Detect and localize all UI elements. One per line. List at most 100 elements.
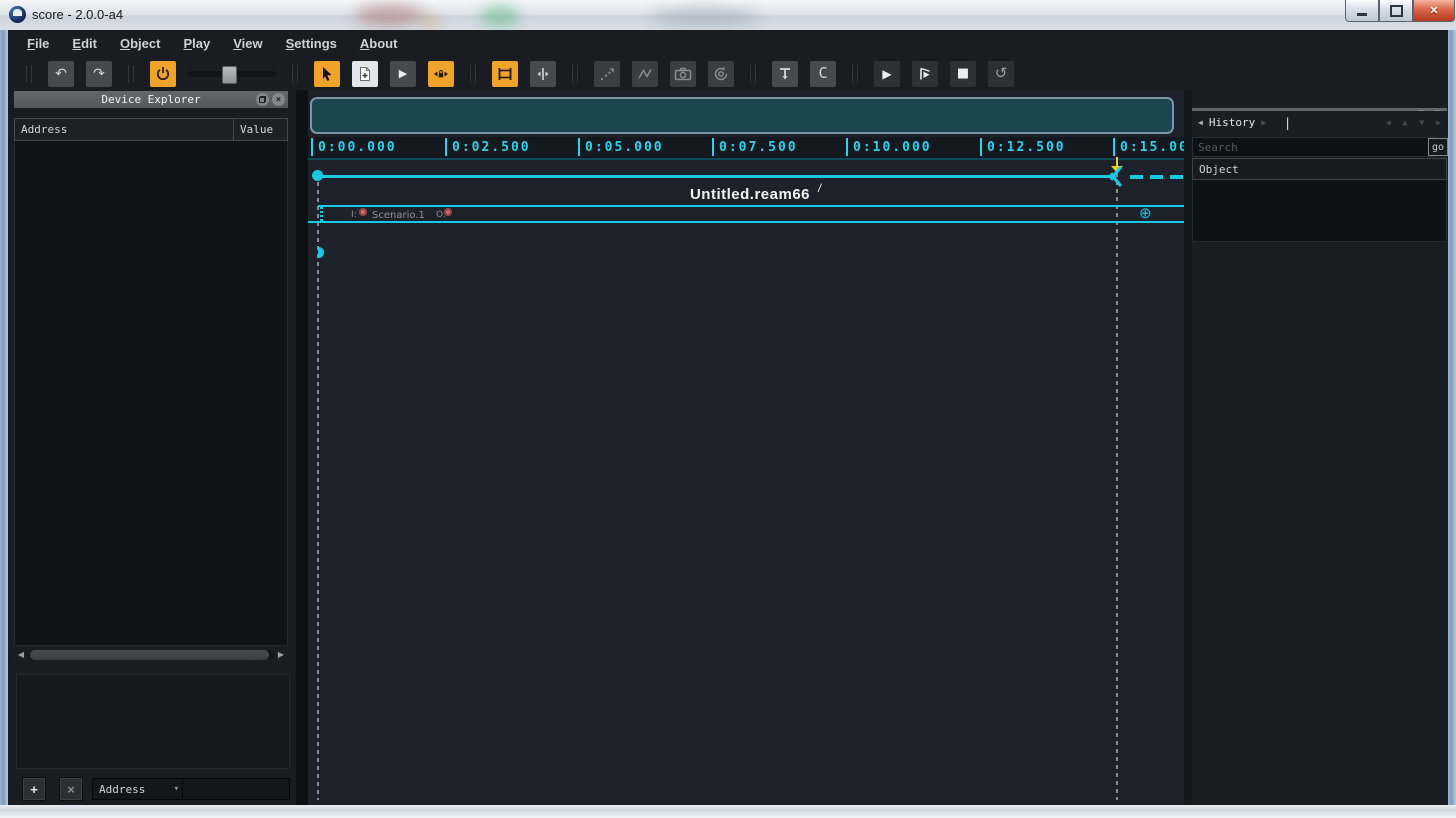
nav-right-icon[interactable]: ▶ bbox=[1430, 118, 1447, 127]
time-marker[interactable] bbox=[1116, 157, 1118, 166]
lock-tool-button[interactable] bbox=[428, 60, 454, 87]
menu-object[interactable]: Object bbox=[111, 33, 169, 54]
device-explorer-tree[interactable] bbox=[14, 141, 288, 646]
scrollbar-thumb[interactable] bbox=[30, 650, 269, 660]
object-list[interactable] bbox=[1192, 180, 1447, 242]
scenario-handle-icon[interactable] bbox=[320, 207, 323, 221]
document-title[interactable]: Untitled.ream66 bbox=[560, 186, 940, 203]
search-go-button[interactable]: go bbox=[1428, 138, 1448, 156]
stop-button[interactable]: ■ bbox=[950, 60, 976, 87]
play-from-start-button[interactable] bbox=[912, 60, 938, 87]
window-border-right bbox=[1448, 30, 1456, 805]
float-icon bbox=[259, 96, 266, 103]
redo-button[interactable]: ↷ bbox=[86, 60, 112, 87]
select-tool-button[interactable] bbox=[314, 60, 340, 87]
insert-interval-icon bbox=[780, 67, 790, 79]
transport-play-button[interactable]: ▶ bbox=[874, 60, 900, 87]
c-tool-button[interactable]: C bbox=[810, 60, 836, 87]
slider-handle[interactable] bbox=[222, 65, 237, 84]
scroll-right-icon[interactable]: ▶ bbox=[274, 648, 288, 662]
minimize-button[interactable] bbox=[1345, 0, 1379, 22]
ruler-tick bbox=[712, 138, 714, 156]
toolbar-separator bbox=[852, 64, 858, 83]
maximize-button[interactable] bbox=[1379, 0, 1413, 22]
menu-edit[interactable]: Edit bbox=[63, 33, 106, 54]
scale-mode-button[interactable] bbox=[492, 60, 518, 87]
scenario-top-border[interactable] bbox=[318, 205, 1184, 207]
toolbar: ↶ ↷ ▶ C ▶ ■ ↺ bbox=[8, 57, 1448, 90]
device-explorer-header: Address Value bbox=[14, 118, 288, 141]
history-back-icon[interactable]: ◀ bbox=[1192, 118, 1209, 127]
history-label: History bbox=[1208, 116, 1256, 129]
menu-play[interactable]: Play bbox=[174, 33, 219, 54]
interval-flex-dash bbox=[1150, 175, 1163, 179]
root-interval-line[interactable] bbox=[318, 175, 1112, 178]
create-tool-button[interactable] bbox=[352, 60, 378, 87]
snapshot-arrow-button[interactable] bbox=[594, 60, 620, 87]
undo-icon: ↶ bbox=[55, 65, 67, 82]
object-list-header[interactable]: Object bbox=[1192, 158, 1447, 180]
reinitialize-button[interactable]: ↺ bbox=[988, 60, 1014, 87]
scenario-label[interactable]: Scenario.1 bbox=[372, 210, 425, 221]
volume-slider[interactable] bbox=[188, 65, 276, 84]
time-ruler[interactable]: 0:00.000 0:02.500 0:05.000 0:07.500 0:10… bbox=[308, 137, 1184, 160]
dotted-arrow-icon bbox=[600, 68, 614, 80]
play-tool-button[interactable]: ▶ bbox=[390, 60, 416, 87]
interval-start-state[interactable] bbox=[312, 170, 323, 181]
curve-tool-button[interactable] bbox=[632, 60, 658, 87]
ruler-label: 0:02.500 bbox=[452, 140, 531, 155]
float-panel-button[interactable] bbox=[256, 93, 269, 106]
add-device-button[interactable]: + bbox=[22, 777, 46, 801]
scenario-input-state-icon[interactable] bbox=[359, 208, 367, 216]
scenario-output-state-icon[interactable] bbox=[444, 208, 452, 216]
start-guide-line bbox=[317, 182, 319, 800]
power-button[interactable] bbox=[150, 60, 176, 87]
window-controls: ✕ bbox=[1345, 0, 1455, 22]
undo-button[interactable]: ↶ bbox=[48, 60, 74, 87]
column-header-address[interactable]: Address bbox=[15, 119, 234, 140]
menu-file[interactable]: File bbox=[18, 33, 58, 54]
add-state-icon[interactable]: ⊕ bbox=[1139, 206, 1152, 221]
ruler-label: 0:10.000 bbox=[853, 140, 932, 155]
window-title: score - 2.0.0-a4 bbox=[32, 7, 124, 22]
scrollbar-track[interactable] bbox=[28, 650, 274, 660]
toolbar-separator bbox=[26, 64, 32, 83]
close-panel-button[interactable]: × bbox=[272, 93, 285, 106]
ruler-tick bbox=[846, 138, 848, 156]
column-header-value[interactable]: Value bbox=[234, 123, 287, 136]
camera-button[interactable] bbox=[670, 60, 696, 87]
camera-refresh-icon bbox=[714, 66, 728, 80]
menu-about[interactable]: About bbox=[351, 33, 407, 54]
history-forward-icon[interactable]: ▶ bbox=[1255, 118, 1272, 127]
frame-icon bbox=[498, 67, 512, 80]
nav-up-icon[interactable]: ▲ bbox=[1397, 118, 1414, 127]
cursor-icon bbox=[323, 66, 332, 81]
split-mode-button[interactable] bbox=[530, 60, 556, 87]
menu-view[interactable]: View bbox=[224, 33, 271, 54]
interval-end-chevron-icon[interactable] bbox=[1108, 166, 1122, 187]
ruler-tick bbox=[578, 138, 580, 156]
lock-arrows-icon bbox=[434, 69, 448, 77]
address-input[interactable] bbox=[182, 778, 290, 800]
timeline-minimap[interactable] bbox=[310, 97, 1174, 134]
search-input[interactable] bbox=[1192, 137, 1435, 157]
menu-settings[interactable]: Settings bbox=[277, 33, 346, 54]
nav-left-icon[interactable]: ◀ bbox=[1380, 118, 1397, 127]
minimize-icon bbox=[1357, 12, 1367, 16]
title-bar[interactable]: score - 2.0.0-a4 ✕ bbox=[0, 0, 1456, 30]
device-explorer-titlebar[interactable]: Device Explorer × bbox=[14, 91, 288, 108]
toolbar-separator bbox=[292, 64, 298, 83]
dock-splitter[interactable] bbox=[296, 90, 308, 805]
scenario-input-label: I: bbox=[351, 210, 357, 220]
scroll-left-icon[interactable]: ◀ bbox=[14, 648, 28, 662]
close-button[interactable]: ✕ bbox=[1413, 0, 1455, 22]
scenario-bottom-border[interactable] bbox=[308, 221, 1184, 223]
split-icon bbox=[537, 67, 549, 80]
nav-down-icon[interactable]: ▼ bbox=[1413, 118, 1430, 127]
device-explorer-title: Device Explorer bbox=[101, 93, 201, 106]
camera-refresh-button[interactable] bbox=[708, 60, 734, 87]
address-mode-combo[interactable]: Address ▾ bbox=[92, 778, 186, 800]
remove-device-button[interactable]: × bbox=[59, 777, 83, 801]
device-explorer-hscrollbar[interactable]: ◀ ▶ bbox=[14, 648, 288, 662]
insert-interval-button[interactable] bbox=[772, 60, 798, 87]
